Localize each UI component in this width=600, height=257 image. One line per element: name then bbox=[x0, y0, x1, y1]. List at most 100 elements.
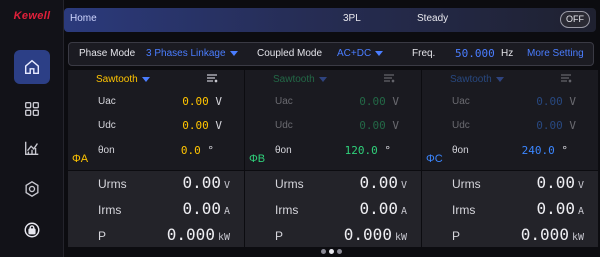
freq-label: Freq. bbox=[412, 48, 436, 59]
waveform-select[interactable]: Sawtooth bbox=[273, 74, 327, 85]
settings-icon bbox=[25, 181, 39, 197]
phase-panel: Sawtooth Uac 0.00 V Udc 0.00 V ΦB θon 12… bbox=[245, 70, 421, 247]
phase-mode-label: Phase Mode bbox=[79, 48, 136, 59]
udc-label: Udc bbox=[452, 120, 470, 131]
irms-number: 0.00 bbox=[536, 199, 575, 218]
uac-number: 0.00 bbox=[359, 95, 386, 108]
waveform-select[interactable]: Sawtooth bbox=[450, 74, 504, 85]
udc-value[interactable]: 0.00 V bbox=[182, 119, 222, 132]
theta-value[interactable]: 240.0 ° bbox=[522, 144, 568, 157]
theta-number: 240.0 bbox=[521, 144, 555, 157]
udc-value[interactable]: 0.00 V bbox=[359, 119, 399, 132]
list-menu-icon[interactable] bbox=[560, 73, 572, 85]
urms-label: Urms bbox=[275, 177, 304, 191]
page-dot[interactable] bbox=[321, 249, 326, 254]
status-label: Steady bbox=[417, 13, 449, 24]
power-number: 0.000 bbox=[343, 225, 392, 244]
phase-name: ΦC bbox=[426, 153, 443, 165]
phase-readings-area: Urms 0.00 V Irms 0.00 A P 0.000 kW bbox=[245, 171, 421, 247]
urms-number: 0.00 bbox=[536, 173, 575, 192]
urms-number: 0.00 bbox=[359, 173, 398, 192]
uac-value[interactable]: 0.00 V bbox=[536, 95, 576, 108]
nav-lock[interactable] bbox=[14, 213, 50, 247]
theta-label: θon bbox=[452, 145, 469, 156]
uac-value[interactable]: 0.00 V bbox=[182, 95, 222, 108]
uac-number: 0.00 bbox=[536, 95, 563, 108]
chevron-down-icon bbox=[495, 76, 504, 82]
power-label: P bbox=[452, 229, 461, 243]
power-reading: 0.000 kW bbox=[167, 225, 230, 244]
power-reading: 0.000 kW bbox=[344, 225, 407, 244]
page-dot-active[interactable] bbox=[329, 249, 334, 254]
power-unit: kW bbox=[217, 232, 230, 243]
irms-unit: A bbox=[400, 206, 407, 217]
page-dot[interactable] bbox=[337, 249, 342, 254]
theta-number: 120.0 bbox=[344, 144, 378, 157]
chevron-down-icon bbox=[375, 50, 384, 56]
udc-value[interactable]: 0.00 V bbox=[536, 119, 576, 132]
udc-number: 0.00 bbox=[536, 119, 563, 132]
grid-icon bbox=[25, 102, 39, 116]
phase-settings-area: Sawtooth Uac 0.00 V Udc 0.00 V ΦA θon 0.… bbox=[68, 70, 244, 170]
waveform-value: Sawtooth bbox=[273, 74, 315, 85]
power-label: P bbox=[275, 229, 284, 243]
irms-unit: A bbox=[577, 206, 584, 217]
theta-value[interactable]: 120.0 ° bbox=[345, 144, 391, 157]
page-indicator bbox=[321, 249, 342, 254]
freq-value-input[interactable]: 50.000 bbox=[455, 47, 495, 60]
panel-divider bbox=[421, 70, 422, 246]
irms-unit: A bbox=[223, 206, 230, 217]
chevron-down-icon bbox=[141, 76, 150, 82]
nav-settings[interactable] bbox=[14, 172, 50, 206]
uac-label: Uac bbox=[452, 96, 470, 107]
phase-mode-select[interactable]: 3 Phases Linkage bbox=[146, 48, 238, 59]
phase-readings-area: Urms 0.00 V Irms 0.00 A P 0.000 kW bbox=[422, 171, 598, 247]
irms-reading: 0.00 A bbox=[359, 199, 407, 218]
output-toggle[interactable]: OFF bbox=[560, 11, 590, 28]
top-bar: Home 3PL Steady OFF bbox=[64, 8, 596, 32]
list-menu-icon[interactable] bbox=[206, 73, 218, 85]
irms-number: 0.00 bbox=[359, 199, 398, 218]
theta-unit: ° bbox=[384, 144, 391, 157]
waveform-value: Sawtooth bbox=[450, 74, 492, 85]
phase-readings-area: Urms 0.00 V Irms 0.00 A P 0.000 kW bbox=[68, 171, 244, 247]
udc-number: 0.00 bbox=[359, 119, 386, 132]
system-mode-label: 3PL bbox=[343, 13, 361, 24]
uac-value[interactable]: 0.00 V bbox=[359, 95, 399, 108]
panel-divider bbox=[244, 70, 245, 246]
nav-grid[interactable] bbox=[14, 92, 50, 126]
nav-home[interactable] bbox=[14, 50, 50, 84]
phase-name: ΦB bbox=[249, 153, 266, 165]
urms-unit: V bbox=[400, 180, 407, 191]
coupled-mode-label: Coupled Mode bbox=[257, 48, 323, 59]
list-menu-icon[interactable] bbox=[383, 73, 395, 85]
power-number: 0.000 bbox=[520, 225, 569, 244]
home-icon bbox=[24, 59, 40, 75]
chevron-down-icon bbox=[318, 76, 327, 82]
waveform-select[interactable]: Sawtooth bbox=[96, 74, 150, 85]
urms-label: Urms bbox=[98, 177, 127, 191]
nav-chart[interactable] bbox=[14, 131, 50, 165]
udc-label: Udc bbox=[98, 120, 116, 131]
theta-value[interactable]: 0.0 ° bbox=[181, 144, 214, 157]
power-unit: kW bbox=[394, 232, 407, 243]
power-reading: 0.000 kW bbox=[521, 225, 584, 244]
brand-logo: Kewell bbox=[13, 10, 51, 22]
theta-number: 0.0 bbox=[180, 144, 201, 157]
more-setting-link[interactable]: More Setting bbox=[527, 48, 584, 59]
udc-unit: V bbox=[392, 119, 399, 132]
lock-icon bbox=[24, 222, 40, 238]
phase-panel: Sawtooth Uac 0.00 V Udc 0.00 V ΦA θon 0.… bbox=[68, 70, 244, 247]
waveform-value: Sawtooth bbox=[96, 74, 138, 85]
phase-settings-area: Sawtooth Uac 0.00 V Udc 0.00 V ΦC θon 24… bbox=[422, 70, 598, 170]
chart-icon bbox=[25, 141, 39, 155]
breadcrumb-home[interactable]: Home bbox=[70, 13, 97, 24]
coupled-mode-select[interactable]: AC+DC bbox=[337, 48, 384, 59]
power-label: P bbox=[98, 229, 107, 243]
freq-unit: Hz bbox=[501, 48, 514, 59]
urms-unit: V bbox=[223, 180, 230, 191]
irms-label: Irms bbox=[98, 203, 122, 217]
theta-unit: ° bbox=[561, 144, 568, 157]
phase-name: ΦA bbox=[72, 153, 89, 165]
udc-unit: V bbox=[215, 119, 222, 132]
